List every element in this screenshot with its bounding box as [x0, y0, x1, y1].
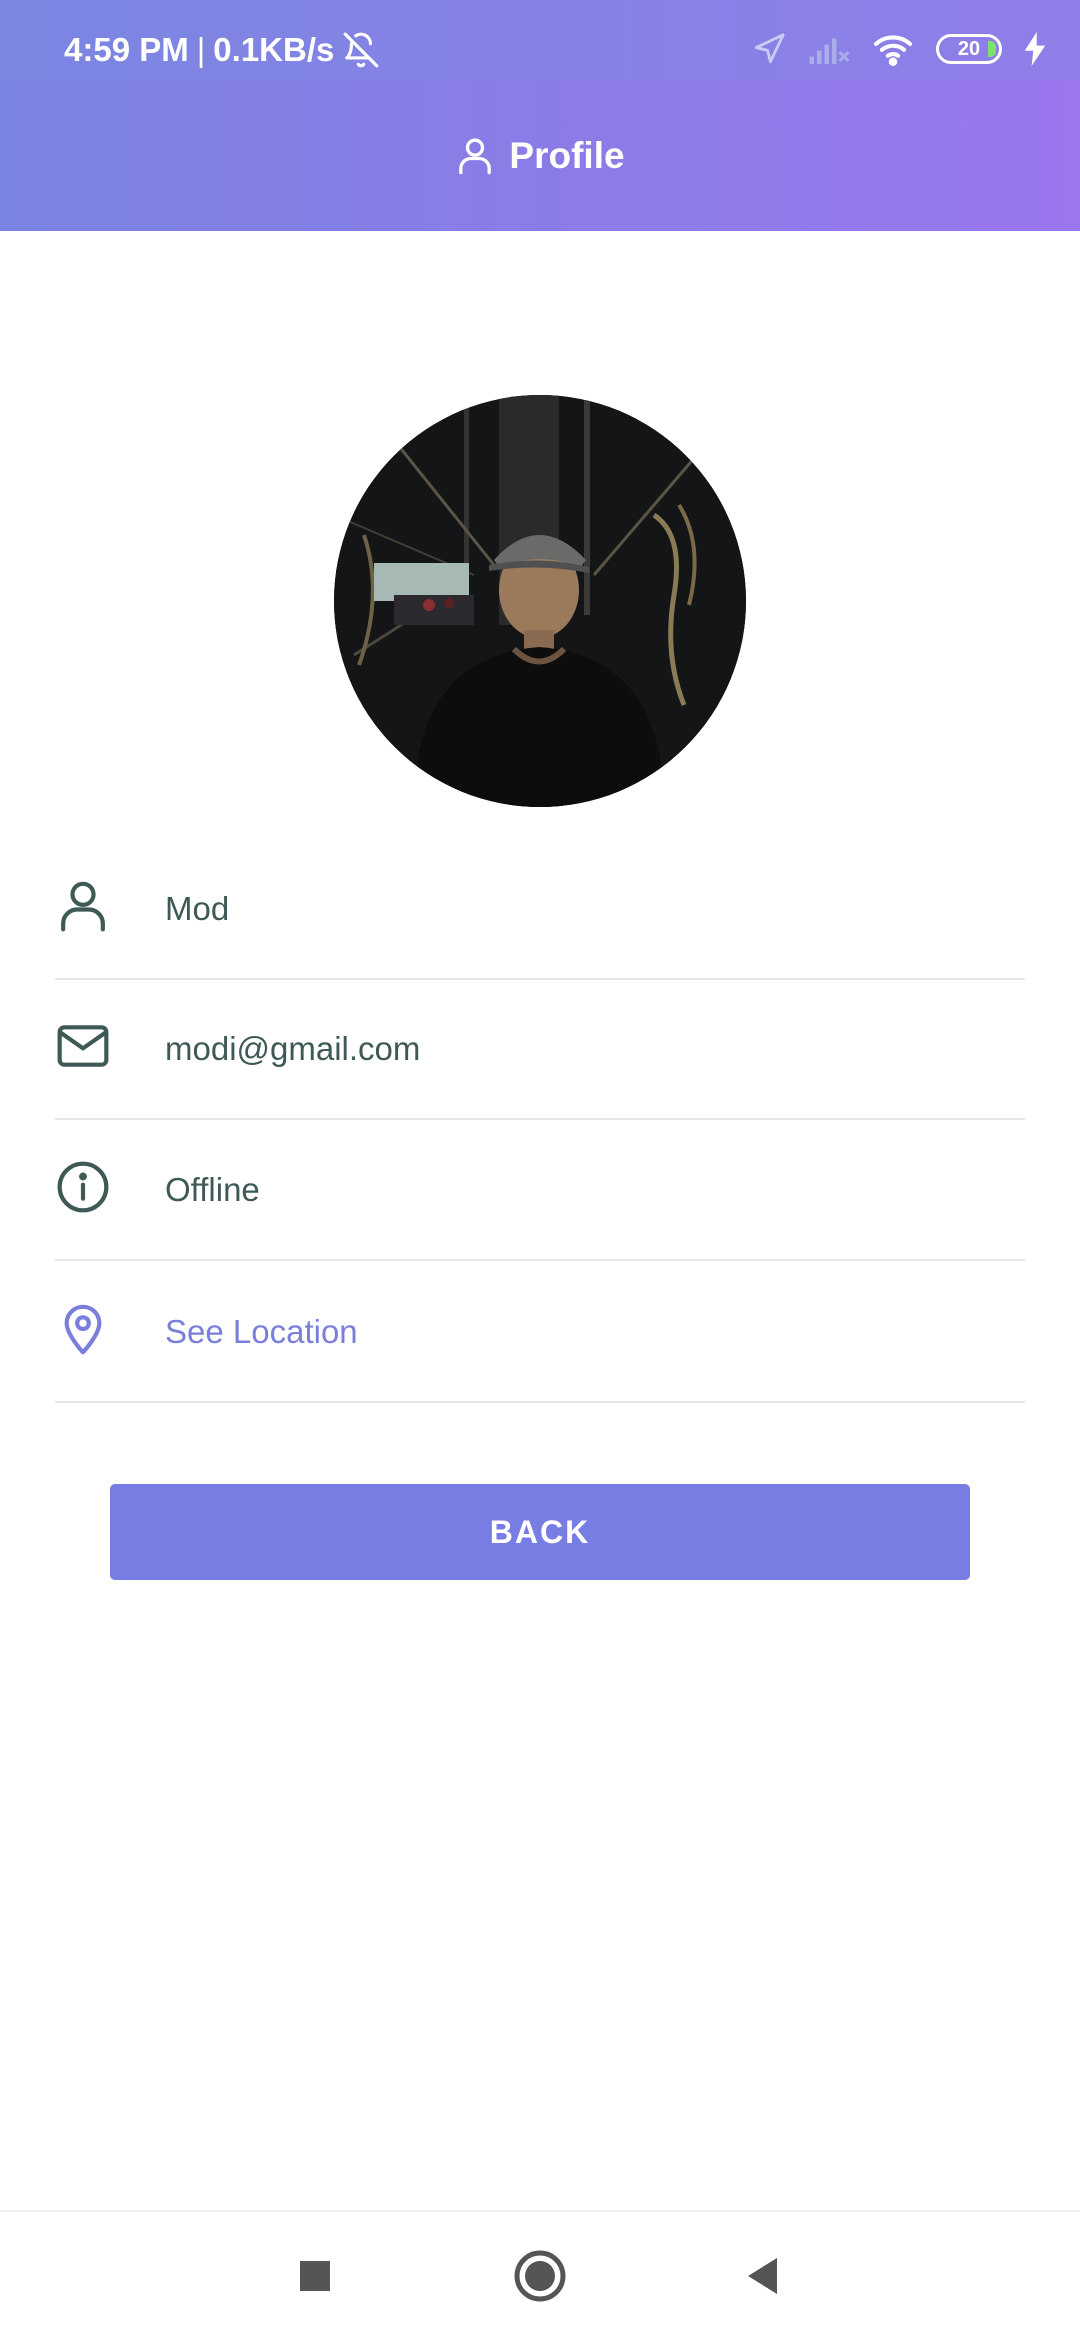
location-arrow-icon [754, 33, 785, 64]
charging-bolt-icon [1024, 32, 1046, 66]
wifi-icon [873, 35, 913, 66]
info-icon [57, 1161, 109, 1213]
profile-row-status: Offline [55, 1121, 1025, 1261]
profile-row-name: Mod [55, 840, 1025, 980]
back-triangle-icon[interactable] [735, 2246, 795, 2306]
status-right: 20 [752, 26, 1046, 72]
profile-name: Mod [165, 890, 230, 927]
navigation-bar [0, 2210, 1080, 2342]
profile-email: modi@gmail.com [165, 1030, 421, 1067]
home-circle-icon[interactable] [510, 2246, 570, 2306]
battery-fill [988, 41, 996, 57]
status-bar: 4:59 PM | 0.1KB/s 20 [0, 0, 1080, 80]
avatar[interactable] [334, 395, 746, 807]
map-pin-icon [64, 1304, 102, 1355]
recents-square-icon[interactable] [285, 2246, 345, 2306]
see-location-link[interactable]: See Location [165, 1263, 358, 1401]
page-title: Profile [509, 134, 625, 176]
person-icon [459, 138, 492, 174]
person-icon [61, 881, 105, 932]
profile-row-email: modi@gmail.com [55, 980, 1025, 1120]
profile-row-location[interactable]: See Location [55, 1263, 1025, 1403]
back-button[interactable]: BACK [110, 1484, 970, 1580]
profile-status: Offline [165, 1171, 260, 1208]
profile-photo [334, 395, 746, 807]
app-bar: Profile [0, 80, 1080, 231]
bell-off-icon [343, 32, 379, 68]
battery-icon: 20 [936, 34, 1002, 64]
signal-off-icon [809, 38, 850, 64]
battery-level: 20 [957, 38, 981, 60]
mail-icon [57, 1025, 109, 1067]
